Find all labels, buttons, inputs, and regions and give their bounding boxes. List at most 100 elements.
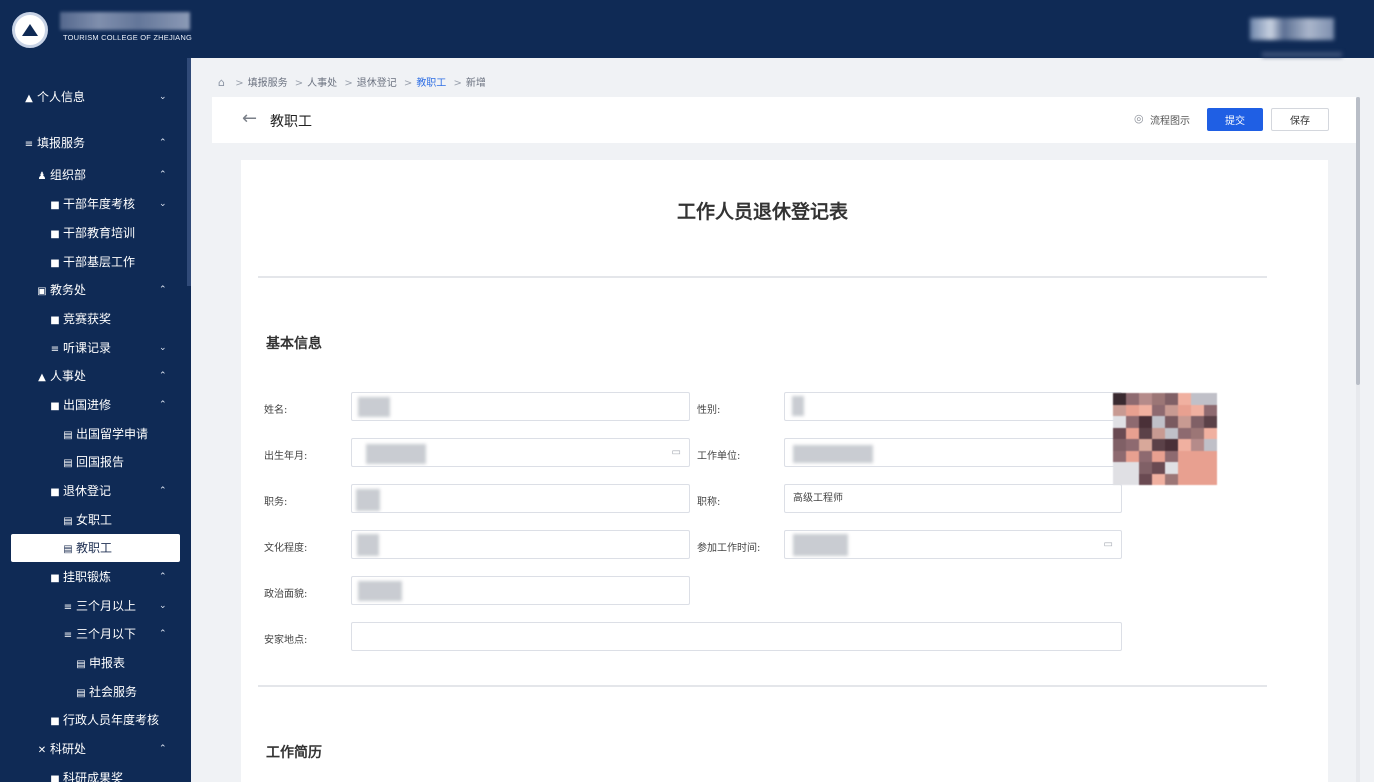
sidebar-item-label: 教务处 [50, 283, 87, 297]
sidebar-item[interactable]: ■ 竞赛获奖 [0, 305, 191, 333]
user-avatar-shadow [1262, 52, 1342, 57]
work-unit-field[interactable] [784, 438, 1122, 467]
section-title-resume: 工作简历 [266, 745, 322, 761]
sidebar-item[interactable]: ▤ 出国留学申请 [0, 420, 191, 448]
chevron-up-icon[interactable]: ⌃ [159, 362, 167, 390]
birth-date-field[interactable]: ▭ [351, 438, 690, 467]
sidebar-item[interactable]: ■ 科研成果奖 [0, 764, 191, 782]
sidebar-item-label: 干部基层工作 [63, 255, 136, 269]
sidebar-item[interactable]: ♟ 组织部 ⌃ [0, 161, 191, 189]
chevron-down-icon[interactable]: ⌄ [159, 190, 167, 218]
sidebar-item[interactable]: ▲ 个人信息 ⌄ [0, 83, 191, 111]
education-field[interactable] [351, 530, 690, 559]
breadcrumb-item[interactable]: 退休登记 [357, 78, 397, 89]
chevron-up-icon[interactable]: ⌃ [159, 276, 167, 304]
file-icon: ▤ [63, 430, 73, 441]
chevron-up-icon[interactable]: ⌃ [159, 161, 167, 189]
doc-icon: ■ [50, 258, 60, 269]
sidebar-item[interactable]: ≡ 听课记录 ⌄ [0, 334, 191, 362]
chevron-up-icon[interactable]: ⌃ [159, 477, 167, 505]
file-icon: ▤ [63, 544, 73, 555]
sidebar-item[interactable]: ■ 干部教育培训 [0, 219, 191, 247]
blurred-value [357, 534, 379, 556]
layers-icon[interactable]: ◎ [1134, 112, 1144, 125]
sidebar-item-label: 干部年度考核 [63, 197, 136, 211]
sidebar-item[interactable]: ■ 出国进修 ⌃ [0, 391, 191, 419]
chevron-down-icon[interactable]: ⌄ [159, 334, 167, 362]
doc-icon: ■ [50, 487, 60, 498]
blurred-value [793, 445, 873, 463]
gender-field[interactable] [784, 392, 1122, 421]
sidebar-item[interactable]: ▲ 人事处 ⌃ [0, 362, 191, 390]
submit-button[interactable]: 提交 [1207, 108, 1263, 131]
user-avatar[interactable] [1250, 18, 1334, 40]
chevron-down-icon[interactable]: ⌄ [159, 592, 167, 620]
sidebar-item[interactable]: ▣ 教务处 ⌃ [0, 276, 191, 304]
home-icon[interactable]: ⌂ [218, 77, 228, 88]
breadcrumb-current: 新增 [465, 78, 486, 89]
main-scrollbar-thumb[interactable] [1356, 97, 1360, 385]
sidebar-item[interactable]: ■ 干部年度考核 ⌄ [0, 190, 191, 218]
label-education: 文化程度: [264, 543, 308, 554]
chevron-up-icon[interactable]: ⌃ [159, 735, 167, 763]
blurred-value [792, 396, 804, 416]
breadcrumb-item[interactable]: 人事处 [307, 78, 337, 89]
doc-icon: ■ [50, 401, 60, 412]
file-icon: ▤ [76, 659, 86, 670]
chevron-down-icon[interactable]: ⌄ [159, 83, 167, 111]
sidebar-item[interactable]: ■ 挂职锻炼 ⌃ [0, 563, 191, 591]
list-icon: ≡ [63, 630, 73, 641]
divider [258, 276, 1267, 278]
section-title-basic: 基本信息 [266, 336, 322, 352]
calendar-icon[interactable]: ▭ [672, 439, 681, 466]
sidebar-item-label: 组织部 [50, 168, 87, 182]
sidebar-item-label: 个人信息 [37, 90, 86, 104]
photo-upload[interactable] [1113, 393, 1217, 485]
save-button[interactable]: 保存 [1271, 108, 1329, 131]
sidebar-item[interactable]: ■ 行政人员年度考核 [0, 706, 191, 734]
sidebar-item[interactable]: ▤ 社会服务 [0, 678, 191, 706]
sidebar-item[interactable]: ≡ 三个月以下 ⌃ [0, 620, 191, 648]
sidebar-item-label: 听课记录 [63, 341, 112, 355]
label-political: 政治面貌: [264, 589, 308, 600]
sidebar-item[interactable]: ▤ 回国报告 [0, 448, 191, 476]
doc-icon: ■ [50, 229, 60, 240]
chevron-up-icon[interactable]: ⌃ [159, 391, 167, 419]
top-bar: TOURISM COLLEGE OF ZHEJIANG [0, 0, 1374, 58]
chevron-up-icon[interactable]: ⌃ [159, 129, 167, 157]
job-title-field[interactable]: 高级工程师 [784, 484, 1122, 513]
chevron-up-icon[interactable]: ⌃ [159, 563, 167, 591]
sidebar-item[interactable]: ✕ 科研处 ⌃ [0, 735, 191, 763]
sidebar-item-label: 填报服务 [37, 136, 86, 150]
back-arrow-icon[interactable]: ← [242, 108, 257, 130]
sidebar: ▲ 个人信息 ⌄ ≡ 填报服务 ⌃ ♟ 组织部 ⌃ ■ 干部年度考核 ⌄ ■ 干部教育培训 ■ 干部基层工作 ▣… [0, 58, 191, 782]
sidebar-item-label: 竞赛获奖 [63, 312, 112, 326]
flow-diagram-link[interactable]: 流程图示 [1150, 112, 1190, 127]
sidebar-item[interactable]: ≡ 三个月以上 ⌄ [0, 592, 191, 620]
breadcrumb-item[interactable]: 教职工 [416, 78, 446, 89]
file-icon: ▤ [63, 458, 73, 469]
sidebar-item-label: 科研处 [50, 742, 87, 756]
college-name-en: TOURISM COLLEGE OF ZHEJIANG [63, 33, 193, 42]
blurred-value [366, 444, 426, 464]
political-status-field[interactable] [351, 576, 690, 605]
sidebar-item[interactable]: ▤ 申报表 [0, 649, 191, 677]
label-position: 职务: [264, 497, 288, 508]
position-field[interactable] [351, 484, 690, 513]
label-work-start: 参加工作时间: [697, 543, 761, 554]
sidebar-item[interactable]: ▤ 女职工 [0, 506, 191, 534]
label-birth: 出生年月: [264, 451, 308, 462]
sidebar-item[interactable]: ▤ 教职工 [11, 534, 180, 562]
sidebar-item[interactable]: ■ 干部基层工作 [0, 248, 191, 276]
sidebar-item[interactable]: ≡ 填报服务 ⌃ [0, 129, 191, 157]
name-field[interactable] [351, 392, 690, 421]
breadcrumb-item[interactable]: 填报服务 [248, 78, 288, 89]
user-icon: ▲ [25, 93, 33, 104]
work-start-date-field[interactable]: ▭ [784, 530, 1122, 559]
doc-icon: ■ [50, 573, 60, 584]
sidebar-item-label: 退休登记 [63, 484, 112, 498]
sidebar-item[interactable]: ■ 退休登记 ⌃ [0, 477, 191, 505]
calendar-icon[interactable]: ▭ [1104, 531, 1113, 558]
settle-place-field[interactable] [351, 622, 1122, 651]
chevron-up-icon[interactable]: ⌃ [159, 620, 167, 648]
